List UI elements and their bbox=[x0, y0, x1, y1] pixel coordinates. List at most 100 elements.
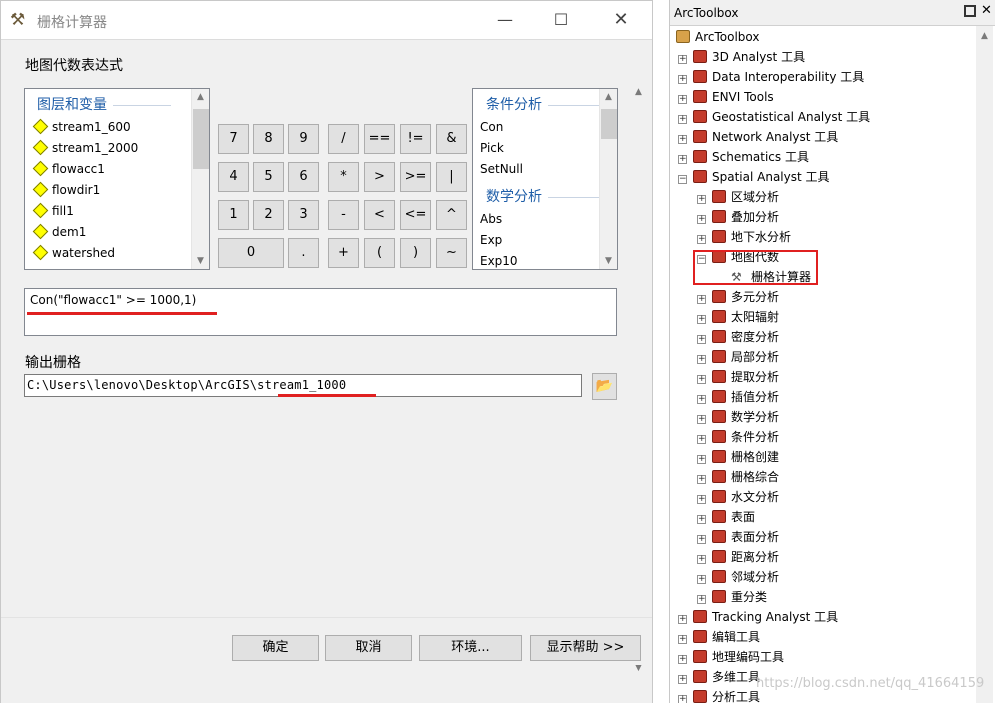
expand-icon[interactable]: + bbox=[697, 435, 706, 444]
tree-item-toolbox[interactable]: + 多维工具 bbox=[678, 667, 760, 687]
expand-icon[interactable]: + bbox=[697, 295, 706, 304]
function-item-pick[interactable]: Pick bbox=[480, 138, 504, 158]
pin-icon[interactable] bbox=[964, 5, 976, 17]
cancel-button[interactable]: 取消 bbox=[325, 635, 412, 661]
expand-icon[interactable]: + bbox=[678, 635, 687, 644]
tree-item-toolset[interactable]: + 水文分析 bbox=[697, 487, 779, 507]
expand-icon[interactable]: + bbox=[697, 195, 706, 204]
key-close-paren[interactable]: ) bbox=[400, 238, 431, 268]
key-decimal[interactable]: . bbox=[288, 238, 319, 268]
expand-icon[interactable]: + bbox=[697, 235, 706, 244]
layer-item[interactable]: stream1_600 bbox=[32, 117, 131, 137]
scroll-thumb[interactable] bbox=[601, 109, 617, 139]
scroll-up-icon[interactable]: ▲ bbox=[600, 89, 617, 105]
tree-item-toolset[interactable]: + 密度分析 bbox=[697, 327, 779, 347]
show-help-button[interactable]: 显示帮助 >> bbox=[530, 635, 641, 661]
expand-icon[interactable]: + bbox=[678, 135, 687, 144]
key-greater-equal[interactable]: >= bbox=[400, 162, 431, 192]
tree-item-toolset[interactable]: + 距离分析 bbox=[697, 547, 779, 567]
functions-scrollbar[interactable]: ▲ ▼ bbox=[599, 89, 617, 269]
tree-item-toolbox[interactable]: +3D Analyst 工具 bbox=[678, 47, 805, 67]
tree-item-toolset[interactable]: + 表面分析 bbox=[697, 527, 779, 547]
expand-icon[interactable]: + bbox=[697, 215, 706, 224]
scroll-down-icon[interactable]: ▼ bbox=[192, 253, 209, 269]
tree-item-toolset[interactable]: + 栅格创建 bbox=[697, 447, 779, 467]
minimize-button[interactable]: — bbox=[488, 7, 522, 33]
tree-item-toolbox[interactable]: + ENVI Tools bbox=[678, 87, 774, 107]
layer-item[interactable]: watershed bbox=[32, 243, 115, 263]
key-0[interactable]: 0 bbox=[218, 238, 284, 268]
key-and[interactable]: & bbox=[436, 124, 467, 154]
expand-icon[interactable]: + bbox=[678, 655, 687, 664]
expand-icon[interactable]: + bbox=[697, 475, 706, 484]
expand-icon[interactable]: + bbox=[697, 375, 706, 384]
tree-item-toolset[interactable]: + 数学分析 bbox=[697, 407, 779, 427]
toolbox-scrollbar[interactable]: ▲ bbox=[976, 26, 993, 703]
layer-item[interactable]: dem1 bbox=[32, 222, 86, 242]
title-bar[interactable]: ⚒ 栅格计算器 — ☐ ✕ bbox=[1, 1, 652, 39]
tree-root[interactable]: ArcToolbox bbox=[676, 27, 759, 47]
close-button[interactable]: ✕ bbox=[604, 7, 638, 33]
key-2[interactable]: 2 bbox=[253, 200, 284, 230]
function-item-abs[interactable]: Abs bbox=[480, 209, 502, 229]
close-icon[interactable]: ✕ bbox=[981, 3, 992, 18]
function-item-setnull[interactable]: SetNull bbox=[480, 159, 523, 179]
expand-icon[interactable]: + bbox=[678, 115, 687, 124]
function-item-exp[interactable]: Exp bbox=[480, 230, 502, 250]
output-raster-field[interactable]: C:\Users\lenovo\Desktop\ArcGIS\stream1_1… bbox=[24, 374, 582, 397]
key-open-paren[interactable]: ( bbox=[364, 238, 395, 268]
expand-icon[interactable]: + bbox=[697, 575, 706, 584]
key-minus[interactable]: - bbox=[328, 200, 359, 230]
tree-item-toolset[interactable]: + 表面 bbox=[697, 507, 755, 527]
expand-icon[interactable]: + bbox=[697, 595, 706, 604]
expand-icon[interactable]: + bbox=[678, 55, 687, 64]
tree-item-toolset[interactable]: + 插值分析 bbox=[697, 387, 779, 407]
expand-icon[interactable]: + bbox=[697, 395, 706, 404]
tree-item-toolset[interactable]: + 栅格综合 bbox=[697, 467, 779, 487]
tree-item-toolbox[interactable]: + Schematics 工具 bbox=[678, 147, 809, 167]
tree-item-toolset[interactable]: + 地下水分析 bbox=[697, 227, 791, 247]
key-equal[interactable]: == bbox=[364, 124, 395, 154]
maximize-button[interactable]: ☐ bbox=[544, 7, 578, 33]
key-1[interactable]: 1 bbox=[218, 200, 249, 230]
tree-item-toolset[interactable]: + 区域分析 bbox=[697, 187, 779, 207]
ok-button[interactable]: 确定 bbox=[232, 635, 319, 661]
tree-item-toolbox[interactable]: + 编辑工具 bbox=[678, 627, 760, 647]
scroll-up-icon[interactable]: ▲ bbox=[192, 89, 209, 105]
expand-icon[interactable]: + bbox=[697, 335, 706, 344]
key-6[interactable]: 6 bbox=[288, 162, 319, 192]
key-9[interactable]: 9 bbox=[288, 124, 319, 154]
layers-scrollbar[interactable]: ▲ ▼ bbox=[191, 89, 209, 269]
expand-icon[interactable]: + bbox=[697, 535, 706, 544]
tree-item-toolbox[interactable]: + Data Interoperability 工具 bbox=[678, 67, 864, 87]
tree-item-toolset[interactable]: + 重分类 bbox=[697, 587, 767, 607]
expand-icon[interactable]: + bbox=[697, 515, 706, 524]
tree-item-toolset[interactable]: + 提取分析 bbox=[697, 367, 779, 387]
scroll-thumb[interactable] bbox=[193, 109, 209, 169]
expand-icon[interactable]: + bbox=[678, 155, 687, 164]
expand-icon[interactable]: + bbox=[697, 315, 706, 324]
key-8[interactable]: 8 bbox=[253, 124, 284, 154]
key-less-equal[interactable]: <= bbox=[400, 200, 431, 230]
layer-item[interactable]: stream1_2000 bbox=[32, 138, 138, 158]
expand-icon[interactable]: + bbox=[678, 75, 687, 84]
expand-icon[interactable]: + bbox=[678, 675, 687, 684]
expand-icon[interactable]: + bbox=[697, 415, 706, 424]
tree-item-toolbox[interactable]: + Tracking Analyst 工具 bbox=[678, 607, 838, 627]
functions-list[interactable]: 条件分析 Con Pick SetNull 数学分析 Abs Exp Exp10… bbox=[472, 88, 618, 270]
tree-item-spatial-analyst[interactable]: − Spatial Analyst 工具 bbox=[678, 167, 830, 187]
scroll-down-icon[interactable]: ▼ bbox=[600, 253, 617, 269]
dialog-scrollbar[interactable]: ▲ ▼ bbox=[630, 84, 647, 676]
expand-icon[interactable]: + bbox=[697, 495, 706, 504]
key-not-equal[interactable]: != bbox=[400, 124, 431, 154]
expand-icon[interactable]: + bbox=[678, 695, 687, 703]
collapse-icon[interactable]: − bbox=[678, 175, 687, 184]
tree-item-toolbox[interactable]: + Geostatistical Analyst 工具 bbox=[678, 107, 870, 127]
tree-item-toolset[interactable]: + 太阳辐射 bbox=[697, 307, 779, 327]
expand-icon[interactable]: + bbox=[697, 555, 706, 564]
key-xor[interactable]: ^ bbox=[436, 200, 467, 230]
layer-item[interactable]: flowacc1 bbox=[32, 159, 105, 179]
expression-input[interactable]: Con("flowacc1" >= 1000,1) bbox=[24, 288, 617, 336]
browse-folder-button[interactable]: 📂 bbox=[592, 373, 617, 400]
scroll-up-icon[interactable]: ▲ bbox=[976, 28, 993, 44]
